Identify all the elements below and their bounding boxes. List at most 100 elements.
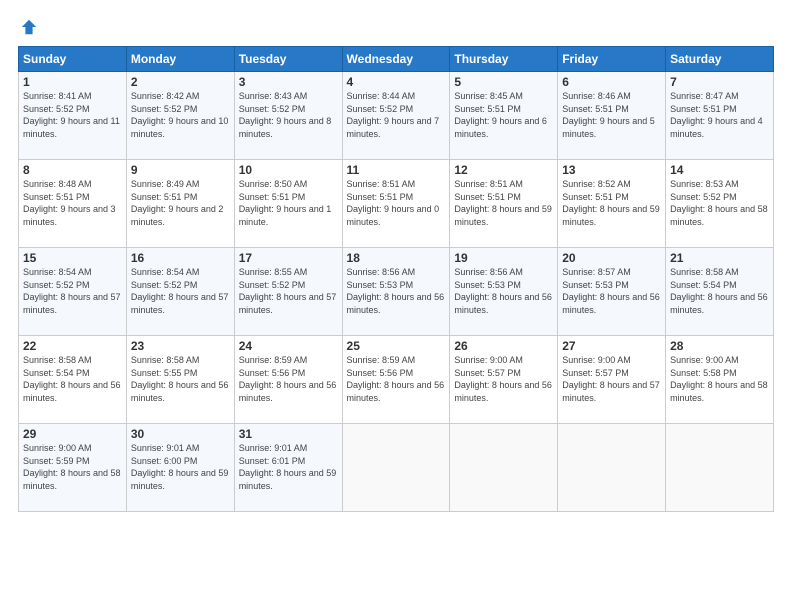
day-info: Sunrise: 8:42 AM Sunset: 5:52 PM Dayligh… [131,91,229,139]
day-number: 22 [23,339,122,353]
calendar-cell: 16 Sunrise: 8:54 AM Sunset: 5:52 PM Dayl… [126,248,234,336]
calendar-cell: 1 Sunrise: 8:41 AM Sunset: 5:52 PM Dayli… [19,72,127,160]
day-info: Sunrise: 8:41 AM Sunset: 5:52 PM Dayligh… [23,91,120,139]
day-of-week-monday: Monday [126,47,234,72]
calendar-cell: 8 Sunrise: 8:48 AM Sunset: 5:51 PM Dayli… [19,160,127,248]
day-number: 10 [239,163,338,177]
day-number: 6 [562,75,661,89]
calendar-cell [450,424,558,512]
day-info: Sunrise: 8:54 AM Sunset: 5:52 PM Dayligh… [23,267,121,315]
day-number: 16 [131,251,230,265]
day-info: Sunrise: 9:00 AM Sunset: 5:59 PM Dayligh… [23,443,121,491]
calendar-cell: 24 Sunrise: 8:59 AM Sunset: 5:56 PM Dayl… [234,336,342,424]
day-number: 8 [23,163,122,177]
calendar-cell: 28 Sunrise: 9:00 AM Sunset: 5:58 PM Dayl… [666,336,774,424]
page: SundayMondayTuesdayWednesdayThursdayFrid… [0,0,792,612]
day-number: 20 [562,251,661,265]
day-info: Sunrise: 8:58 AM Sunset: 5:54 PM Dayligh… [23,355,121,403]
day-number: 13 [562,163,661,177]
day-info: Sunrise: 8:48 AM Sunset: 5:51 PM Dayligh… [23,179,116,227]
calendar-cell: 19 Sunrise: 8:56 AM Sunset: 5:53 PM Dayl… [450,248,558,336]
calendar-row-5: 29 Sunrise: 9:00 AM Sunset: 5:59 PM Dayl… [19,424,774,512]
day-number: 29 [23,427,122,441]
calendar-cell: 18 Sunrise: 8:56 AM Sunset: 5:53 PM Dayl… [342,248,450,336]
calendar-cell: 12 Sunrise: 8:51 AM Sunset: 5:51 PM Dayl… [450,160,558,248]
calendar-cell: 31 Sunrise: 9:01 AM Sunset: 6:01 PM Dayl… [234,424,342,512]
calendar-cell [666,424,774,512]
calendar-cell: 20 Sunrise: 8:57 AM Sunset: 5:53 PM Dayl… [558,248,666,336]
day-number: 12 [454,163,553,177]
day-info: Sunrise: 9:01 AM Sunset: 6:01 PM Dayligh… [239,443,337,491]
calendar-cell: 7 Sunrise: 8:47 AM Sunset: 5:51 PM Dayli… [666,72,774,160]
day-number: 5 [454,75,553,89]
calendar-cell: 5 Sunrise: 8:45 AM Sunset: 5:51 PM Dayli… [450,72,558,160]
calendar-cell: 30 Sunrise: 9:01 AM Sunset: 6:00 PM Dayl… [126,424,234,512]
day-info: Sunrise: 8:46 AM Sunset: 5:51 PM Dayligh… [562,91,655,139]
day-info: Sunrise: 8:56 AM Sunset: 5:53 PM Dayligh… [347,267,445,315]
calendar-cell: 23 Sunrise: 8:58 AM Sunset: 5:55 PM Dayl… [126,336,234,424]
logo-icon [20,18,38,36]
logo [18,18,38,36]
calendar-cell: 10 Sunrise: 8:50 AM Sunset: 5:51 PM Dayl… [234,160,342,248]
day-info: Sunrise: 8:49 AM Sunset: 5:51 PM Dayligh… [131,179,224,227]
calendar-cell: 26 Sunrise: 9:00 AM Sunset: 5:57 PM Dayl… [450,336,558,424]
day-info: Sunrise: 8:57 AM Sunset: 5:53 PM Dayligh… [562,267,660,315]
day-info: Sunrise: 8:59 AM Sunset: 5:56 PM Dayligh… [347,355,445,403]
day-info: Sunrise: 8:52 AM Sunset: 5:51 PM Dayligh… [562,179,660,227]
day-number: 26 [454,339,553,353]
day-info: Sunrise: 8:54 AM Sunset: 5:52 PM Dayligh… [131,267,229,315]
day-number: 3 [239,75,338,89]
calendar: SundayMondayTuesdayWednesdayThursdayFrid… [18,46,774,512]
day-number: 30 [131,427,230,441]
calendar-cell: 3 Sunrise: 8:43 AM Sunset: 5:52 PM Dayli… [234,72,342,160]
day-info: Sunrise: 8:45 AM Sunset: 5:51 PM Dayligh… [454,91,547,139]
calendar-cell: 27 Sunrise: 9:00 AM Sunset: 5:57 PM Dayl… [558,336,666,424]
calendar-cell [558,424,666,512]
calendar-cell: 21 Sunrise: 8:58 AM Sunset: 5:54 PM Dayl… [666,248,774,336]
calendar-cell: 29 Sunrise: 9:00 AM Sunset: 5:59 PM Dayl… [19,424,127,512]
day-info: Sunrise: 8:51 AM Sunset: 5:51 PM Dayligh… [454,179,552,227]
day-number: 17 [239,251,338,265]
day-info: Sunrise: 9:01 AM Sunset: 6:00 PM Dayligh… [131,443,229,491]
day-info: Sunrise: 9:00 AM Sunset: 5:57 PM Dayligh… [454,355,552,403]
day-info: Sunrise: 9:00 AM Sunset: 5:58 PM Dayligh… [670,355,768,403]
calendar-cell [342,424,450,512]
day-number: 19 [454,251,553,265]
day-number: 2 [131,75,230,89]
header [18,18,774,36]
calendar-row-1: 1 Sunrise: 8:41 AM Sunset: 5:52 PM Dayli… [19,72,774,160]
day-number: 23 [131,339,230,353]
calendar-cell: 22 Sunrise: 8:58 AM Sunset: 5:54 PM Dayl… [19,336,127,424]
day-number: 15 [23,251,122,265]
calendar-cell: 17 Sunrise: 8:55 AM Sunset: 5:52 PM Dayl… [234,248,342,336]
day-of-week-friday: Friday [558,47,666,72]
day-number: 27 [562,339,661,353]
calendar-cell: 11 Sunrise: 8:51 AM Sunset: 5:51 PM Dayl… [342,160,450,248]
day-info: Sunrise: 8:53 AM Sunset: 5:52 PM Dayligh… [670,179,768,227]
calendar-cell: 4 Sunrise: 8:44 AM Sunset: 5:52 PM Dayli… [342,72,450,160]
day-info: Sunrise: 8:44 AM Sunset: 5:52 PM Dayligh… [347,91,440,139]
day-number: 24 [239,339,338,353]
calendar-cell: 2 Sunrise: 8:42 AM Sunset: 5:52 PM Dayli… [126,72,234,160]
day-of-week-wednesday: Wednesday [342,47,450,72]
day-info: Sunrise: 9:00 AM Sunset: 5:57 PM Dayligh… [562,355,660,403]
calendar-row-3: 15 Sunrise: 8:54 AM Sunset: 5:52 PM Dayl… [19,248,774,336]
day-info: Sunrise: 8:59 AM Sunset: 5:56 PM Dayligh… [239,355,337,403]
calendar-cell: 15 Sunrise: 8:54 AM Sunset: 5:52 PM Dayl… [19,248,127,336]
day-info: Sunrise: 8:58 AM Sunset: 5:54 PM Dayligh… [670,267,768,315]
day-of-week-thursday: Thursday [450,47,558,72]
day-number: 11 [347,163,446,177]
day-number: 14 [670,163,769,177]
day-info: Sunrise: 8:47 AM Sunset: 5:51 PM Dayligh… [670,91,763,139]
calendar-cell: 14 Sunrise: 8:53 AM Sunset: 5:52 PM Dayl… [666,160,774,248]
day-of-week-sunday: Sunday [19,47,127,72]
calendar-cell: 25 Sunrise: 8:59 AM Sunset: 5:56 PM Dayl… [342,336,450,424]
calendar-cell: 13 Sunrise: 8:52 AM Sunset: 5:51 PM Dayl… [558,160,666,248]
day-info: Sunrise: 8:58 AM Sunset: 5:55 PM Dayligh… [131,355,229,403]
day-number: 18 [347,251,446,265]
calendar-row-4: 22 Sunrise: 8:58 AM Sunset: 5:54 PM Dayl… [19,336,774,424]
day-info: Sunrise: 8:50 AM Sunset: 5:51 PM Dayligh… [239,179,332,227]
calendar-cell: 9 Sunrise: 8:49 AM Sunset: 5:51 PM Dayli… [126,160,234,248]
day-number: 4 [347,75,446,89]
day-of-week-tuesday: Tuesday [234,47,342,72]
